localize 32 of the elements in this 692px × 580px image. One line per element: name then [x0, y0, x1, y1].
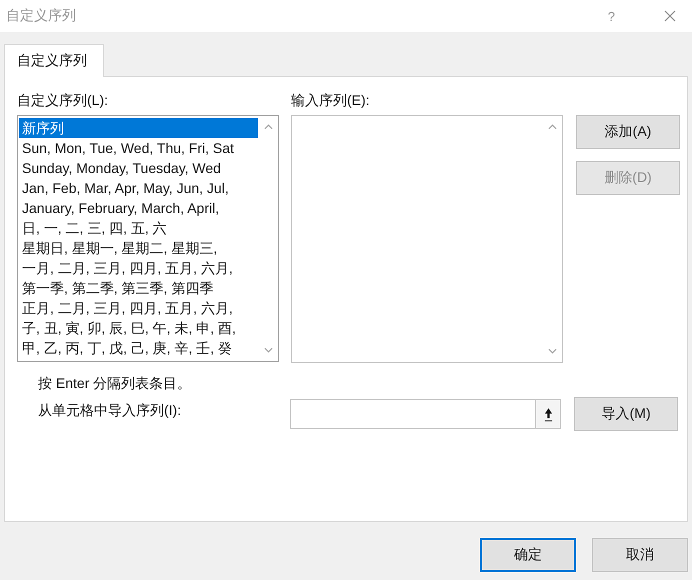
list-item[interactable]: 子, 丑, 寅, 卯, 辰, 巳, 午, 未, 申, 酉,: [19, 318, 258, 338]
list-item[interactable]: 一月, 二月, 三月, 四月, 五月, 六月,: [19, 258, 258, 278]
field-label: 自定义序列(L):: [17, 91, 109, 110]
close-icon[interactable]: [664, 10, 676, 22]
scroll-up-icon[interactable]: [264, 124, 272, 130]
hint-text: 按 Enter 分隔列表条目。: [38, 374, 192, 393]
list-item[interactable]: Sunday, Monday, Tuesday, Wed: [19, 158, 258, 178]
list-item[interactable]: January, February, March, April,: [19, 198, 258, 218]
scroll-down-icon[interactable]: [548, 348, 556, 354]
cancel-button[interactable]: 取消: [592, 538, 688, 572]
import-range-field[interactable]: [290, 399, 562, 429]
list-item[interactable]: 星期日, 星期一, 星期二, 星期三,: [19, 238, 258, 258]
up-arrow-icon: [544, 406, 553, 422]
import-button[interactable]: 导入(M): [574, 397, 678, 431]
list-item[interactable]: 甲, 乙, 丙, 丁, 戊, 己, 庚, 辛, 壬, 癸: [19, 338, 258, 358]
collapse-button[interactable]: [535, 400, 560, 428]
ok-button[interactable]: 确定: [480, 538, 576, 572]
window-title: 自定义序列: [6, 7, 76, 25]
list-item[interactable]: 新序列: [19, 118, 258, 138]
list-item[interactable]: Jan, Feb, Mar, Apr, May, Jun, Jul,: [19, 178, 258, 198]
scroll-up-icon[interactable]: [548, 124, 556, 130]
list-item[interactable]: Sun, Mon, Tue, Wed, Thu, Fri, Sat: [19, 138, 258, 158]
action-button[interactable]: 添加(A): [576, 115, 680, 149]
custom-list-box[interactable]: [17, 115, 279, 362]
list-entries-field[interactable]: [291, 115, 563, 363]
field-label: 从单元格中导入序列(I):: [37, 401, 182, 420]
tab[interactable]: 自定义序列: [4, 44, 104, 77]
list-item[interactable]: 正月, 二月, 三月, 四月, 五月, 六月,: [19, 298, 258, 318]
field-label: 输入序列(E):: [291, 91, 371, 110]
list-item[interactable]: 日, 一, 二, 三, 四, 五, 六: [19, 218, 258, 238]
scroll-down-icon[interactable]: [264, 347, 272, 353]
list-item[interactable]: 第一季, 第二季, 第三季, 第四季: [19, 278, 258, 298]
